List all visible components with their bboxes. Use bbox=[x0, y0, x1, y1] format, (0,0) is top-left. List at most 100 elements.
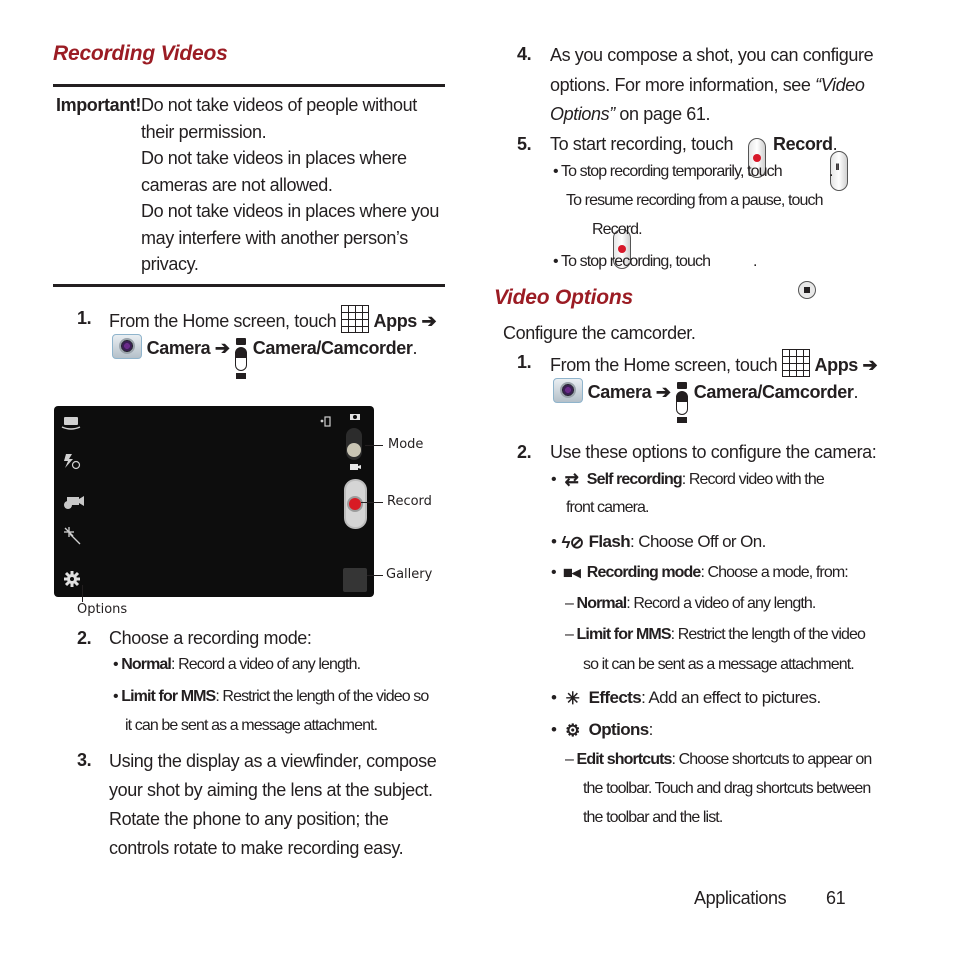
option-self-recording: • ⇄ Self recording: Record video with th… bbox=[551, 470, 825, 489]
important-note: Do not take videos of people without the… bbox=[141, 92, 439, 278]
pause-period: . bbox=[829, 163, 833, 180]
intro-text: Configure the camcorder. bbox=[503, 323, 696, 343]
bullet-stop: • To stop recording, touch bbox=[553, 253, 711, 270]
apps-grid-icon bbox=[781, 349, 810, 377]
stop-period: . bbox=[753, 253, 757, 270]
option-flash: • ϟ⊘ Flash: Choose Off or On. bbox=[551, 529, 766, 557]
camera-small-icon bbox=[350, 414, 360, 420]
record-callout-line bbox=[361, 502, 383, 503]
footer-section: Applications bbox=[694, 888, 787, 908]
arrow-icon: ➔ bbox=[862, 355, 878, 375]
option-self-recording-cont: front camera. bbox=[566, 499, 649, 516]
options-callout-line bbox=[82, 585, 83, 602]
arrow-icon: ➔ bbox=[655, 382, 671, 402]
important-line: Do not take videos in places where bbox=[141, 148, 407, 168]
camera-label: Camera bbox=[587, 382, 652, 402]
important-line: may interfere with another person’s bbox=[141, 227, 408, 248]
camcorder-label: Camera/Camcorder bbox=[252, 338, 413, 358]
camera-label: Camera bbox=[146, 338, 211, 358]
step-5-number: 5. bbox=[517, 134, 532, 154]
settings-gear-icon bbox=[64, 571, 80, 587]
page-number: 61 bbox=[826, 888, 846, 908]
section-heading-recording-videos: Recording Videos bbox=[53, 42, 228, 65]
step-2-number: 2. bbox=[77, 628, 92, 648]
step-4-text: As you compose a shot, you can configure… bbox=[550, 45, 874, 124]
step-5-text: To start recording, touch bbox=[550, 134, 734, 154]
vo-step-1-line1: From the Home screen, touch Apps ➔ bbox=[550, 349, 878, 379]
video-small-icon bbox=[350, 464, 361, 470]
section-heading-video-options: Video Options bbox=[494, 286, 633, 309]
recording-mode-icon: ■◂ bbox=[562, 563, 581, 582]
step-2-text: Choose a recording mode: bbox=[109, 628, 312, 648]
important-line: their permission. bbox=[141, 121, 267, 142]
vo-step-1-number: 1. bbox=[517, 352, 532, 372]
vo-step-2-text: Use these options to configure the camer… bbox=[550, 442, 877, 462]
apps-grid-icon bbox=[340, 305, 369, 333]
self-recording-icon bbox=[61, 417, 81, 430]
resume-record-label: Record. bbox=[592, 221, 643, 238]
stop-button-icon bbox=[798, 281, 817, 299]
bullet-pause: • To stop recording temporarily, touch bbox=[553, 163, 783, 180]
bullet-limit-mms-cont: it can be sent as a message attachment. bbox=[125, 717, 378, 734]
effects-icon bbox=[64, 527, 81, 545]
mode-callout-label: Mode bbox=[388, 437, 424, 452]
mode-callout-line bbox=[365, 445, 383, 446]
camera-app-icon bbox=[112, 334, 142, 359]
video-options-link-cont[interactable]: Options” bbox=[550, 104, 615, 124]
apps-label: Apps bbox=[373, 311, 418, 331]
camcorder-viewfinder-screenshot bbox=[54, 406, 374, 597]
mode-normal: – Normal: Record a video of any length. bbox=[565, 595, 816, 612]
divider-top bbox=[53, 84, 445, 87]
edit-shortcuts-cont2: the toolbar and the list. bbox=[583, 809, 723, 826]
mode-limit-mms-cont: so it can be sent as a message attachmen… bbox=[583, 656, 855, 673]
mode-limit-mms: – Limit for MMS: Restrict the length of … bbox=[565, 626, 866, 643]
step-1-number: 1. bbox=[77, 308, 92, 328]
step-1-line1: From the Home screen, touch Apps ➔ bbox=[109, 305, 437, 335]
vo-step-2-number: 2. bbox=[517, 442, 532, 462]
step-3-number: 3. bbox=[77, 750, 92, 770]
apps-label: Apps bbox=[814, 355, 859, 375]
flash-off-icon: ϟ⊘ bbox=[561, 533, 584, 552]
bullet-normal: • Normal: Record a video of any length. bbox=[113, 656, 361, 673]
camcorder-label: Camera/Camcorder bbox=[693, 382, 854, 402]
record-button bbox=[344, 479, 367, 529]
recording-mode-icon bbox=[64, 496, 84, 509]
step-3-text: Using the display as a viewfinder, compo… bbox=[109, 751, 437, 858]
mode-toggle bbox=[346, 428, 362, 460]
step-4-number: 4. bbox=[517, 44, 532, 64]
viewfinder-graphics bbox=[61, 414, 367, 592]
resume-text: To resume recording from a pause, touch bbox=[566, 192, 824, 209]
option-effects: • ✳ Effects: Add an effect to pictures. bbox=[551, 685, 821, 713]
important-line: Do not take videos in places where you bbox=[141, 201, 439, 221]
bullet-limit-mms: • Limit for MMS: Restrict the length of … bbox=[113, 688, 429, 705]
video-options-link[interactable]: “Video bbox=[815, 75, 865, 95]
self-recording-icon: ⇄ bbox=[564, 470, 579, 489]
important-line: cameras are not allowed. bbox=[141, 174, 333, 195]
divider-bottom bbox=[53, 284, 445, 287]
arrow-icon: ➔ bbox=[421, 311, 437, 331]
options-callout-label: Options bbox=[77, 602, 128, 617]
record-callout-label: Record bbox=[387, 494, 432, 509]
option-recording-mode: • ■◂ Recording mode: Choose a mode, from… bbox=[551, 563, 849, 582]
camera-camcorder-switch-icon bbox=[675, 382, 689, 424]
effects-icon: ✳ bbox=[565, 689, 580, 708]
settings-gear-icon: ⚙ bbox=[565, 721, 580, 740]
important-line: privacy. bbox=[141, 254, 199, 274]
gallery-callout-line bbox=[367, 575, 383, 576]
important-line: Do not take videos of people without bbox=[141, 95, 417, 115]
arrow-icon: ➔ bbox=[214, 338, 230, 358]
gallery-thumbnail bbox=[343, 568, 367, 592]
option-options: • ⚙ Options: bbox=[551, 717, 653, 745]
record-label: Record. bbox=[773, 134, 838, 154]
flash-off-icon bbox=[64, 454, 81, 470]
step-1-line2: Camera ➔ Camera/Camcorder. bbox=[112, 334, 417, 380]
pause-button-icon bbox=[830, 151, 849, 191]
vo-step-1-line2: Camera ➔ Camera/Camcorder. bbox=[553, 378, 858, 424]
camera-app-icon bbox=[553, 378, 583, 403]
important-label: Important! bbox=[56, 95, 141, 115]
edit-shortcuts: – Edit shortcuts: Choose shortcuts to ap… bbox=[565, 751, 872, 768]
rotate-icon bbox=[320, 416, 331, 427]
camera-camcorder-switch-icon bbox=[234, 338, 248, 380]
gallery-callout-label: Gallery bbox=[386, 567, 433, 582]
edit-shortcuts-cont: the toolbar. Touch and drag shortcuts be… bbox=[583, 780, 871, 797]
